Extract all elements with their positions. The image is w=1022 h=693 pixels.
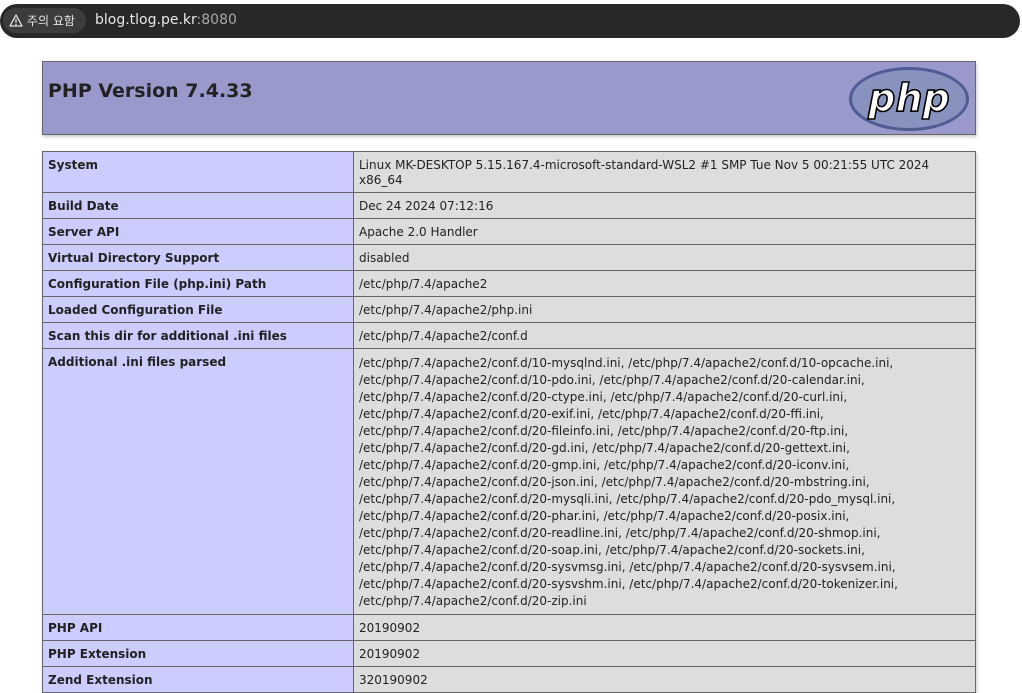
- row-value: 320190902: [353, 666, 976, 693]
- warning-triangle-icon: [9, 14, 23, 27]
- table-row: Additional .ini files parsed/etc/php/7.4…: [42, 348, 976, 615]
- value-line: /etc/php/7.4/apache2/conf.d/20-zip.ini: [359, 594, 587, 608]
- php-logo[interactable]: php: [848, 66, 970, 136]
- row-value: 20190902: [353, 640, 976, 667]
- table-row: Zend Extension 320190902: [42, 666, 976, 693]
- row-key: Scan this dir for additional .ini files: [42, 322, 354, 349]
- value-line: /etc/php/7.4/apache2/conf.d/20-phar.ini,…: [359, 509, 850, 523]
- value-line: /etc/php/7.4/apache2/conf.d/20-json.ini,…: [359, 475, 870, 489]
- table-row: Loaded Configuration File/etc/php/7.4/ap…: [42, 296, 976, 323]
- row-value: Apache 2.0 Handler: [353, 218, 976, 245]
- row-value: /etc/php/7.4/apache2: [353, 270, 976, 297]
- value-line: /etc/php/7.4/apache2/conf.d/20-mysqli.in…: [359, 492, 896, 506]
- row-key: Zend Extension: [42, 666, 354, 693]
- table-row: PHP Extension 20190902: [42, 640, 976, 667]
- row-value: disabled: [353, 244, 976, 271]
- row-value: Dec 24 2024 07:12:16: [353, 192, 976, 219]
- value-line: /etc/php/7.4/apache2/conf.d/20-exif.ini,…: [359, 407, 824, 421]
- row-key: PHP API: [42, 614, 354, 641]
- address-bar[interactable]: 주의 요함 blog.tlog.pe.kr:8080: [0, 4, 1020, 38]
- value-line: /etc/php/7.4/apache2/conf.d/20-gmp.ini, …: [359, 458, 850, 472]
- table-row: Server API Apache 2.0 Handler: [42, 218, 976, 245]
- row-value: /etc/php/7.4/apache2/php.ini: [353, 296, 976, 323]
- row-value: /etc/php/7.4/apache2/conf.d: [353, 322, 976, 349]
- value-line: /etc/php/7.4/apache2/conf.d/20-fileinfo.…: [359, 424, 849, 438]
- row-key: Loaded Configuration File: [42, 296, 354, 323]
- table-row: Virtual Directory Support disabled: [42, 244, 976, 271]
- table-row: Scan this dir for additional .ini files /…: [42, 322, 976, 349]
- row-key: System: [42, 151, 354, 193]
- value-line: /etc/php/7.4/apache2/conf.d/20-gd.ini, /…: [359, 441, 850, 455]
- page-title: PHP Version 7.4.33: [48, 80, 253, 102]
- row-value: 20190902: [353, 614, 976, 641]
- value-line: /etc/php/7.4/apache2/conf.d/10-pdo.ini, …: [359, 373, 865, 387]
- value-line: /etc/php/7.4/apache2/conf.d/20-sysvmsg.i…: [359, 560, 896, 574]
- row-key: Virtual Directory Support: [42, 244, 354, 271]
- php-logo-text: php: [867, 76, 949, 120]
- security-warning-chip[interactable]: 주의 요함: [3, 8, 86, 33]
- url-text[interactable]: blog.tlog.pe.kr:8080: [95, 12, 237, 28]
- value-line: /etc/php/7.4/apache2/conf.d/20-ctype.ini…: [359, 390, 848, 404]
- phpinfo-header: PHP Version 7.4.33 php: [42, 61, 976, 135]
- url-host: blog.tlog.pe.kr: [95, 12, 197, 28]
- row-value: /etc/php/7.4/apache2/conf.d/10-mysqlnd.i…: [353, 348, 976, 615]
- value-line: /etc/php/7.4/apache2/conf.d/20-sysvshm.i…: [359, 577, 898, 591]
- row-key: Build Date: [42, 192, 354, 219]
- row-key: Configuration File (php.ini) Path: [42, 270, 354, 297]
- row-key: Additional .ini files parsed: [42, 348, 354, 615]
- table-row: Build Date Dec 24 2024 07:12:16: [42, 192, 976, 219]
- row-value: Linux MK-DESKTOP 5.15.167.4-microsoft-st…: [353, 151, 976, 193]
- table-row: System Linux MK-DESKTOP 5.15.167.4-micros…: [42, 151, 976, 193]
- table-row: Configuration File (php.ini) Path/etc/ph…: [42, 270, 976, 297]
- row-key: PHP Extension: [42, 640, 354, 667]
- table-row: PHP API 20190902: [42, 614, 976, 641]
- value-line: /etc/php/7.4/apache2/conf.d/20-readline.…: [359, 526, 881, 540]
- browser-toolbar: 주의 요함 blog.tlog.pe.kr:8080: [0, 0, 1022, 44]
- phpinfo-page: PHP Version 7.4.33 php System Linux MK-DE…: [42, 61, 976, 693]
- value-line: /etc/php/7.4/apache2/conf.d/20-soap.ini,…: [359, 543, 865, 557]
- security-warning-label: 주의 요함: [27, 14, 75, 28]
- row-key: Server API: [42, 218, 354, 245]
- url-port: :8080: [196, 12, 237, 28]
- value-line: /etc/php/7.4/apache2/conf.d/10-mysqlnd.i…: [359, 356, 894, 370]
- info-table: System Linux MK-DESKTOP 5.15.167.4-micros…: [42, 151, 976, 693]
